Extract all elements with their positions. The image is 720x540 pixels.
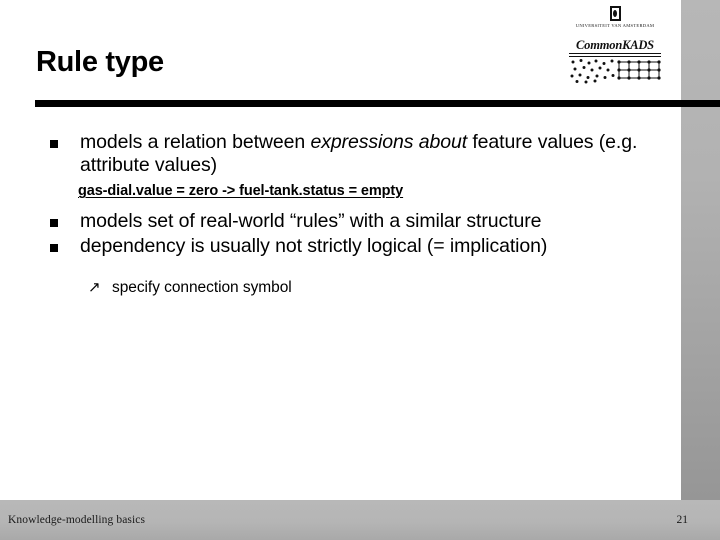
bullet-item-2: models set of real-world “rules” with a … xyxy=(0,210,681,233)
commonkads-logo: CommonKADS xyxy=(569,38,661,84)
footer-page-number: 21 xyxy=(676,514,689,526)
square-bullet-icon xyxy=(50,243,58,252)
bullet-1-segment-before: models a relation between xyxy=(80,131,311,153)
bullet-item-3: dependency is usually not strictly logic… xyxy=(0,235,681,258)
bullet-1-emphasis: expressions about xyxy=(310,131,468,153)
slide-body: models a relation between expressions ab… xyxy=(0,131,681,298)
slide-footer: Knowledge-modelling basics 21 xyxy=(0,500,720,540)
right-decorative-band xyxy=(681,0,720,500)
example-expression-text: gas-dial.value = zero -> fuel-tank.statu… xyxy=(78,183,404,200)
university-name-label: UNIVERSITEIT VAN AMSTERDAM xyxy=(575,23,655,28)
example-expression-row: gas-dial.value = zero -> fuel-tank.statu… xyxy=(0,182,681,200)
footer-section-label: Knowledge-modelling basics xyxy=(8,514,146,526)
bullet-item-2-text: models set of real-world “rules” with a … xyxy=(80,210,542,233)
arrow-northeast-icon: ↗ xyxy=(88,279,101,297)
university-of-amsterdam-logo: UNIVERSITEIT VAN AMSTERDAM xyxy=(555,6,675,28)
square-bullet-icon xyxy=(50,219,58,228)
sub-bullet-text: specify connection symbol xyxy=(112,279,292,297)
logo-group: UNIVERSITEIT VAN AMSTERDAM CommonKADS xyxy=(555,6,675,84)
slide-title: Rule type xyxy=(36,46,164,78)
commonkads-dot-grid-graphic xyxy=(569,58,661,84)
square-bullet-icon xyxy=(50,140,58,148)
presentation-slide: UNIVERSITEIT VAN AMSTERDAM CommonKADS Ru… xyxy=(0,0,720,540)
uva-crest-icon xyxy=(609,6,621,21)
commonkads-wordmark: CommonKADS xyxy=(576,38,654,52)
commonkads-underline-bottom xyxy=(569,55,661,57)
title-divider-rule xyxy=(35,100,720,107)
sub-bullet-item: ↗ specify connection symbol xyxy=(0,279,681,298)
commonkads-underline-top xyxy=(569,53,661,55)
bullet-item-1-text: models a relation between expressions ab… xyxy=(80,131,645,176)
bullet-item-3-text: dependency is usually not strictly logic… xyxy=(80,234,548,257)
bullet-item-1: models a relation between expressions ab… xyxy=(0,131,681,176)
